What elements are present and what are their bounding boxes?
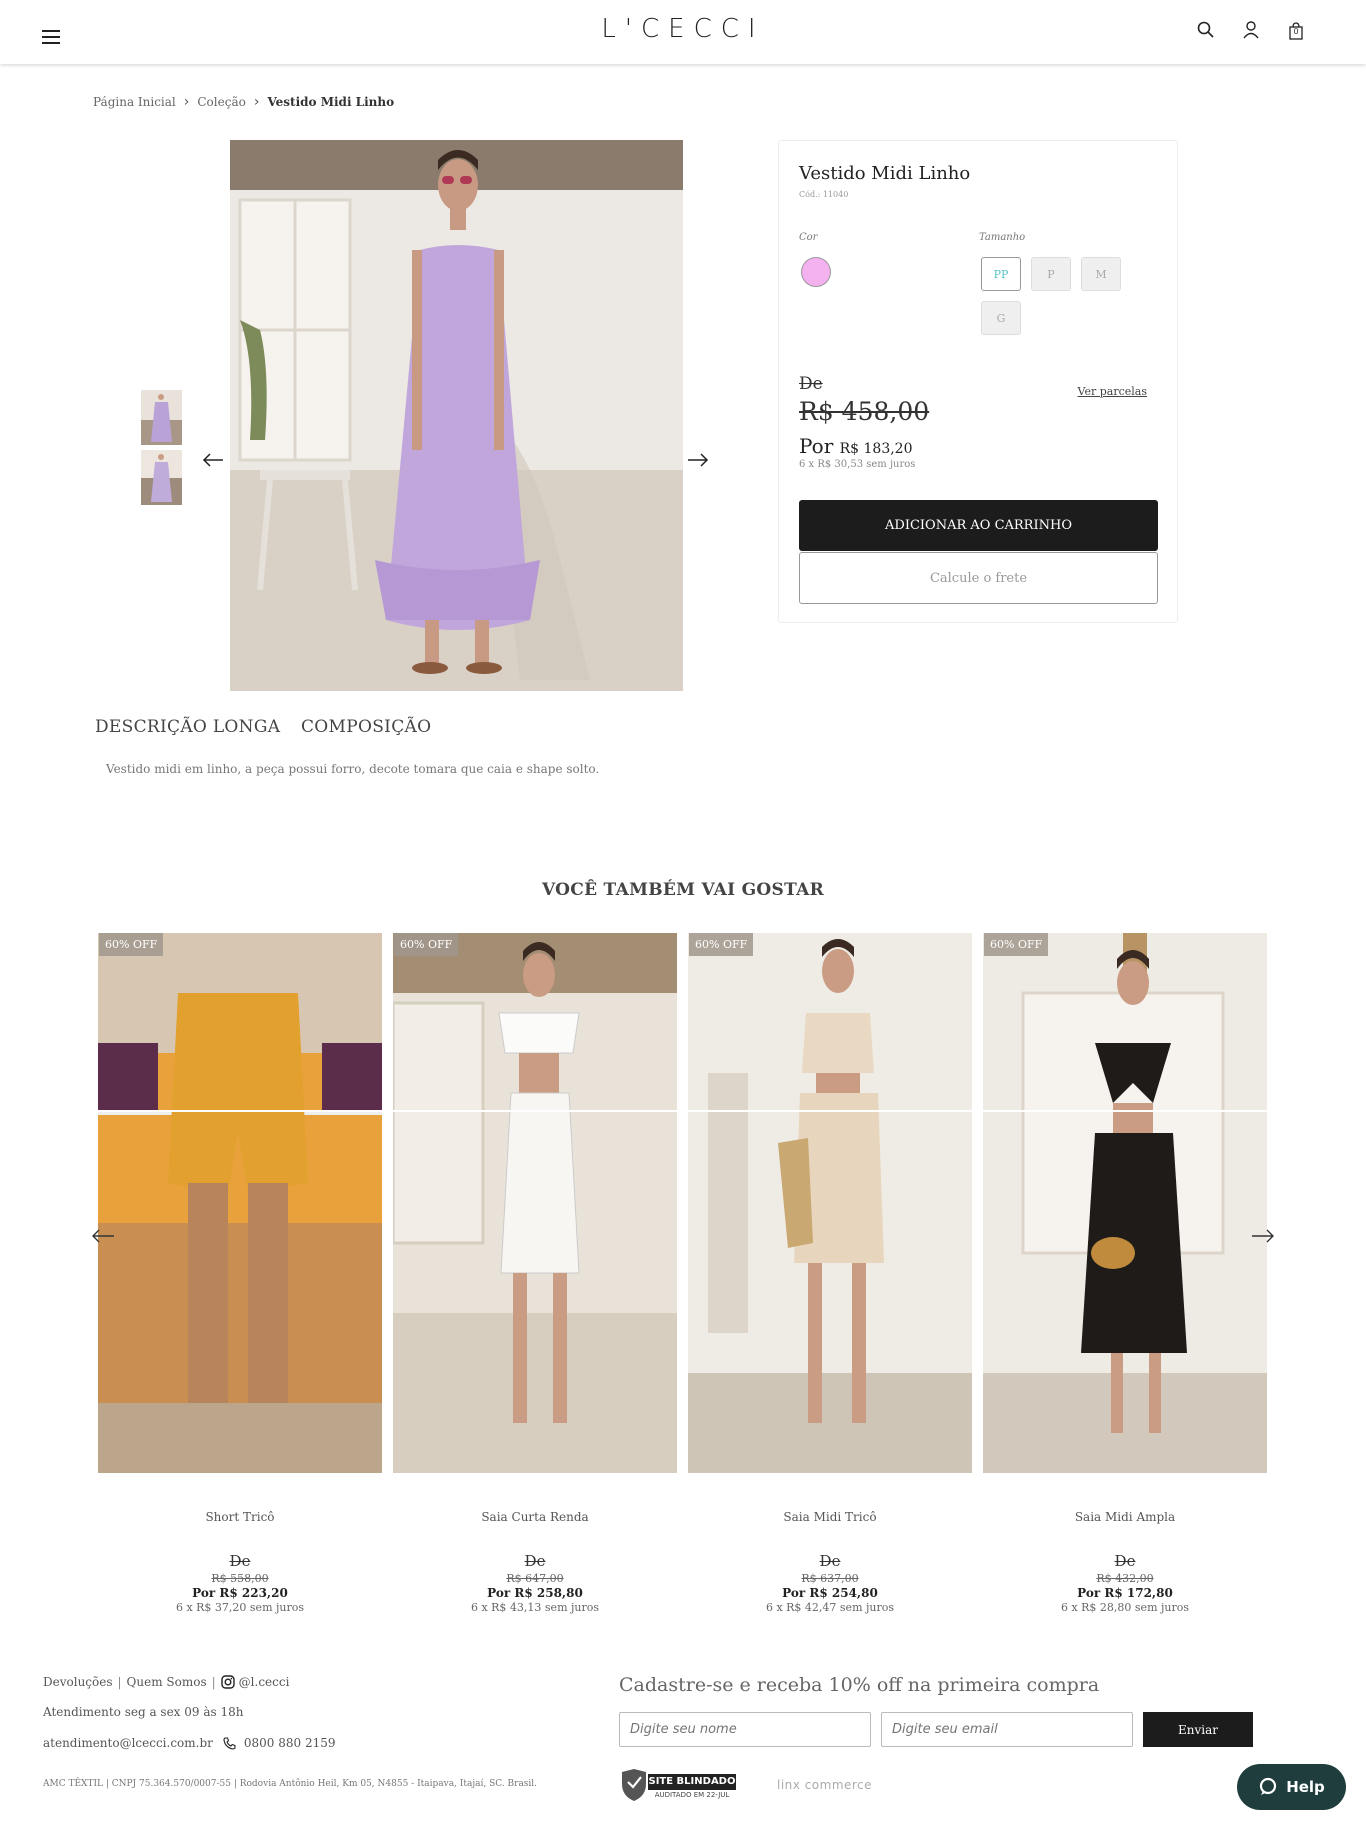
contact-phone[interactable]: 0800 880 2159: [244, 1736, 336, 1750]
product-name[interactable]: Saia Midi Ampla: [983, 1510, 1267, 1538]
product-card-image[interactable]: 60% OFF: [393, 933, 677, 1473]
calculate-shipping-button[interactable]: Calcule o frete: [799, 552, 1158, 604]
seal-subtitle: AUDITADO EM 22-JUL: [654, 1791, 730, 1799]
discount-badge: 60% OFF: [689, 933, 754, 956]
newsletter-name-input[interactable]: [619, 1712, 871, 1747]
discount-badge: 60% OFF: [984, 933, 1049, 956]
contact-email[interactable]: atendimento@lcecci.com.br: [43, 1736, 213, 1750]
footer-links: Devoluções | Quem Somos | @l.cecci: [43, 1675, 289, 1689]
discount-badge: 60% OFF: [99, 933, 164, 956]
old-price: R$ 637,00: [801, 1572, 859, 1585]
installments: 6 x R$ 42,47 sem juros: [765, 1601, 895, 1614]
current-price: Por R$ 172,80: [1077, 1586, 1173, 1600]
arrow-left-icon[interactable]: [201, 448, 225, 472]
current-price: Por R$ 254,80: [782, 1586, 878, 1600]
price-de-label: De: [524, 1552, 546, 1570]
search-icon[interactable]: [1196, 20, 1216, 40]
old-price: R$ 558,00: [211, 1572, 269, 1585]
product-card-info: Saia Curta Renda De R$ 647,00 Por R$ 258…: [393, 1510, 677, 1614]
chevron-right-icon: ›: [253, 94, 260, 110]
legal-text: AMC TÊXTIL | CNPJ 75.364.570/0007-55 | R…: [43, 1779, 538, 1789]
thumbnail-1[interactable]: [141, 390, 182, 445]
footer-link-about[interactable]: Quem Somos: [127, 1675, 207, 1689]
price-de-label: De: [819, 1552, 841, 1570]
product-card: Vestido Midi Linho Cód.: 11040 Cor Taman…: [778, 140, 1178, 623]
product-main-image[interactable]: [230, 140, 683, 691]
current-price: Por R$ 183,20: [799, 434, 913, 458]
installments: 6 x R$ 30,53 sem juros: [799, 459, 916, 470]
product-card-image[interactable]: 60% OFF: [688, 933, 972, 1473]
price-de-label: De: [1114, 1552, 1136, 1570]
newsletter-submit-button[interactable]: Enviar: [1143, 1712, 1253, 1747]
color-label: Cor: [799, 232, 818, 243]
platform-credit[interactable]: linx commerce: [777, 1778, 872, 1792]
site-blindado-seal[interactable]: SITE BLINDADO AUDITADO EM 22-JUL: [620, 1768, 738, 1802]
logo[interactable]: L'CECCI: [0, 14, 1366, 44]
contact-line: atendimento@lcecci.com.br 0800 880 2159: [43, 1736, 336, 1750]
newsletter-title: Cadastre-se e receba 10% off na primeira…: [619, 1674, 1100, 1696]
installments: 6 x R$ 37,20 sem juros: [175, 1601, 305, 1614]
chevron-right-icon: ›: [183, 94, 190, 110]
tab-composition[interactable]: COMPOSIÇÃO: [301, 717, 431, 737]
product-card-info: Saia Midi Tricô De R$ 637,00 Por R$ 254,…: [688, 1510, 972, 1614]
installments: 6 x R$ 28,80 sem juros: [1060, 1601, 1190, 1614]
bag-count: 0: [1293, 27, 1299, 36]
see-installments-link[interactable]: Ver parcelas: [1078, 385, 1147, 398]
product-title: Vestido Midi Linho: [799, 163, 971, 184]
breadcrumb-current: Vestido Midi Linho: [267, 95, 395, 109]
size-label: Tamanho: [979, 232, 1026, 243]
instagram-handle[interactable]: @l.cecci: [239, 1675, 290, 1689]
breadcrumb-home[interactable]: Página Inicial: [93, 95, 176, 109]
current-price: Por R$ 258,80: [487, 1586, 583, 1600]
price-de-label: De: [799, 374, 823, 394]
phone-icon: [223, 1736, 236, 1750]
newsletter-email-input[interactable]: [881, 1712, 1133, 1747]
size-option-pp[interactable]: PP: [981, 257, 1021, 291]
product-code: Cód.: 11040: [799, 190, 849, 199]
site-header: L'CECCI 0: [0, 0, 1366, 64]
arrow-right-icon[interactable]: [686, 448, 710, 472]
product-name[interactable]: Short Tricô: [98, 1510, 382, 1538]
bag-icon[interactable]: 0: [1287, 21, 1305, 41]
installments: 6 x R$ 43,13 sem juros: [470, 1601, 600, 1614]
recommendations-title: VOCÊ TAMBÉM VAI GOSTAR: [541, 880, 825, 900]
carousel-next-icon[interactable]: [1250, 1223, 1276, 1249]
old-price: R$ 647,00: [506, 1572, 564, 1585]
old-price: R$ 432,00: [1096, 1572, 1154, 1585]
footer-link-returns[interactable]: Devoluções: [43, 1675, 113, 1689]
product-card-info: Saia Midi Ampla De R$ 432,00 Por R$ 172,…: [983, 1510, 1267, 1614]
product-card-info: Short Tricô De R$ 558,00 Por R$ 223,20 6…: [98, 1510, 382, 1614]
service-hours: Atendimento seg a sex 09 às 18h: [43, 1705, 244, 1719]
product-name[interactable]: Saia Curta Renda: [393, 1510, 677, 1538]
divider: |: [117, 1675, 122, 1689]
user-icon[interactable]: [1241, 20, 1261, 40]
tab-description[interactable]: DESCRIÇÃO LONGA: [95, 717, 280, 737]
help-button[interactable]: Help: [1237, 1764, 1346, 1810]
divider: |: [211, 1675, 216, 1689]
price-de-label: De: [229, 1552, 251, 1570]
price-por-label: Por: [799, 434, 834, 458]
discount-badge: 60% OFF: [394, 933, 459, 956]
size-option-p[interactable]: P: [1031, 257, 1071, 291]
color-swatch[interactable]: [801, 257, 831, 287]
size-option-g[interactable]: G: [981, 301, 1021, 335]
carousel-prev-icon[interactable]: [90, 1223, 116, 1249]
breadcrumb: Página Inicial › Coleção › Vestido Midi …: [93, 94, 394, 110]
old-price: R$ 458,00: [799, 397, 930, 426]
breadcrumb-collection[interactable]: Coleção: [197, 95, 245, 109]
description-text: Vestido midi em linho, a peça possui for…: [106, 762, 600, 776]
current-price: Por R$ 223,20: [192, 1586, 288, 1600]
help-label: Help: [1286, 1778, 1325, 1796]
instagram-icon[interactable]: [220, 1675, 235, 1689]
price-value: R$ 183,20: [839, 441, 913, 457]
size-option-m[interactable]: M: [1081, 257, 1121, 291]
product-card-image[interactable]: 60% OFF: [983, 933, 1267, 1473]
chat-bubble-icon: [1260, 1777, 1277, 1795]
seal-title: SITE BLINDADO: [648, 1776, 736, 1787]
add-to-cart-button[interactable]: ADICIONAR AO CARRINHO: [799, 500, 1158, 551]
product-card-image[interactable]: 60% OFF: [98, 933, 382, 1473]
thumbnail-2[interactable]: [141, 450, 182, 505]
product-name[interactable]: Saia Midi Tricô: [688, 1510, 972, 1538]
